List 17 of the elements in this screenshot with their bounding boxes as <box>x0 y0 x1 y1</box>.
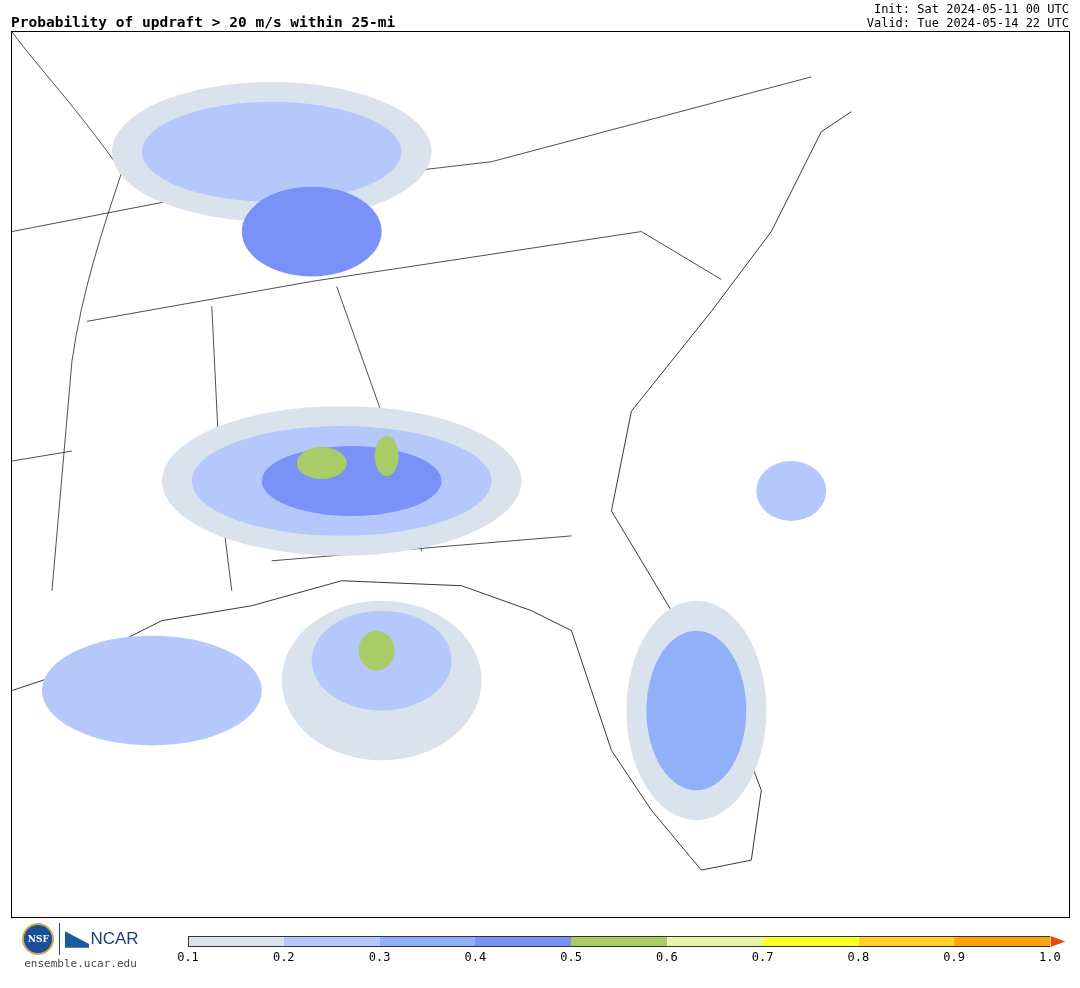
nsf-logo: NSF <box>22 923 55 955</box>
colorbar-tick-label: 0.8 <box>846 950 871 964</box>
colorbar-tick-label: 0.7 <box>750 950 775 964</box>
init-time: Init: Sat 2024-05-11 00 UTC <box>873 2 1069 16</box>
colorbar-tick-label: 0.1 <box>176 950 200 964</box>
valid-time: Valid: Tue 2024-05-14 22 UTC <box>866 16 1069 30</box>
colorbar-tick-label: 0.6 <box>655 950 679 964</box>
colorbar-tick-label: 1.0 <box>1038 950 1062 964</box>
colorbar-tick-label: 0.4 <box>463 950 488 964</box>
ncar-mark-icon <box>65 930 90 948</box>
colorbar-tick-label: 0.9 <box>942 950 966 964</box>
colorbar-tick-label: 0.3 <box>367 950 392 964</box>
colorbar-tick-label: 0.2 <box>271 950 296 964</box>
site-url: ensemble.ucar.edu <box>24 957 137 970</box>
ncar-logo-text: NCAR <box>90 929 139 949</box>
colorbar-tick-label: 0.5 <box>559 950 583 964</box>
plot-title: Probability of updraft > 20 m/s within 25-mi <box>11 14 396 30</box>
